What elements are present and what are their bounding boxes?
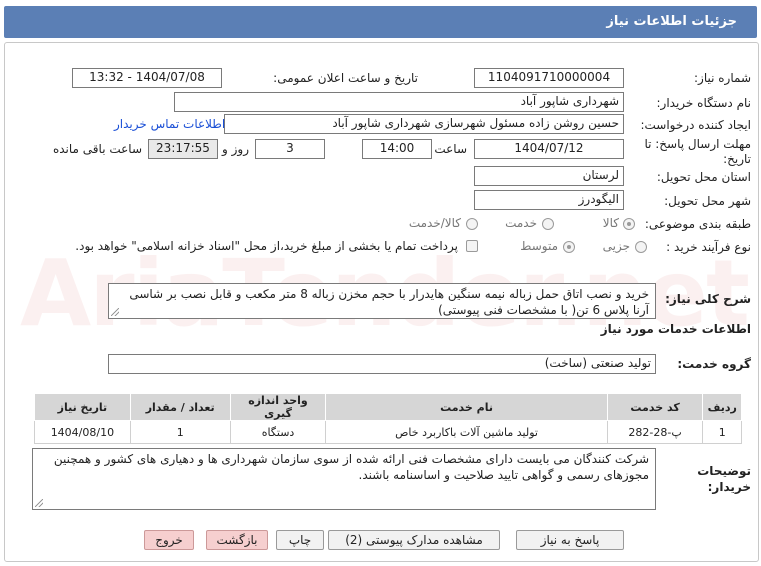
summary-textarea[interactable]: خرید و نصب اتاق حمل زباله نیمه سنگین های… xyxy=(108,283,656,319)
creator-field[interactable]: حسین روشن زاده مسئول شهرسازی شهرداری شاپ… xyxy=(224,114,624,134)
category-service-radio[interactable] xyxy=(542,218,554,230)
treasury-payment-checkbox[interactable] xyxy=(466,240,478,252)
cell-need-date: 1404/08/10 xyxy=(34,420,131,444)
city-label: شهر محل تحویل: xyxy=(664,194,751,208)
deadline-date-field[interactable]: 1404/07/12 xyxy=(474,139,624,159)
services-section-title: اطلاعات خدمات مورد نیاز xyxy=(600,322,751,336)
service-group-field[interactable]: تولید صنعتی (ساخت) xyxy=(108,354,656,374)
purchase-medium-label: متوسط xyxy=(520,239,558,253)
purchase-partial-label: جزیی xyxy=(602,239,630,253)
category-service-label: خدمت xyxy=(505,216,537,230)
deadline-time-field[interactable]: 14:00 xyxy=(362,139,432,159)
category-label: طبقه بندی موضوعی: xyxy=(644,217,751,231)
cell-service-name: تولید ماشین آلات باکاربرد خاص xyxy=(325,420,608,444)
creator-label: ایجاد کننده درخواست: xyxy=(640,118,751,132)
deadline-time-label: ساعت xyxy=(434,142,467,156)
category-goods-radio[interactable] xyxy=(623,218,635,230)
days-remaining-field[interactable]: 3 xyxy=(255,139,325,159)
services-table: ردیف کد خدمت نام خدمت واحد اندازه گیری ت… xyxy=(34,393,742,444)
province-label: استان محل تحویل: xyxy=(656,170,751,184)
page-title-bar: جزئیات اطلاعات نیاز xyxy=(4,6,757,38)
summary-label: شرح کلی نیاز: xyxy=(665,292,751,306)
deadline-label: مهلت ارسال پاسخ: تا تاریخ: xyxy=(644,137,751,166)
col-unit: واحد اندازه گیری xyxy=(229,393,327,421)
buyer-notes-text: شرکت کنندگان می بایست دارای مشخصات فنی ا… xyxy=(53,452,649,482)
category-goods-label: کالا xyxy=(602,216,619,230)
col-service-code: کد خدمت xyxy=(606,393,704,421)
treasury-payment-note: پرداخت تمام یا بخشی از مبلغ خرید،از محل … xyxy=(75,239,458,253)
col-need-date: تاریخ نیاز xyxy=(34,393,131,421)
category-goods-service-label: کالا/خدمت xyxy=(408,216,461,230)
summary-text: خرید و نصب اتاق حمل زباله نیمه سنگین های… xyxy=(129,287,649,317)
buyer-contact-link[interactable]: اطلاعات تماس خریدار xyxy=(114,117,225,131)
reply-button[interactable]: پاسخ به نیاز xyxy=(516,530,624,550)
category-goods-service-radio[interactable] xyxy=(466,218,478,230)
purchase-medium-radio[interactable] xyxy=(563,241,575,253)
remaining-time-label: ساعت باقی مانده xyxy=(52,142,142,156)
announce-date-label: تاریخ و ساعت اعلان عمومی: xyxy=(273,71,418,85)
announce-date-field[interactable]: 1404/07/08 - 13:32 xyxy=(72,68,222,88)
exit-button[interactable]: خروج xyxy=(144,530,194,550)
need-number-label: شماره نیاز: xyxy=(694,71,751,85)
resize-grip-icon[interactable] xyxy=(111,308,119,316)
table-row[interactable]: 1 پ-28-282 تولید ماشین آلات باکاربرد خاص… xyxy=(34,420,742,444)
view-attachments-button[interactable]: مشاهده مدارک پیوستی (2) xyxy=(328,530,500,550)
cell-row: 1 xyxy=(702,420,742,444)
page-title: جزئیات اطلاعات نیاز xyxy=(606,14,737,29)
table-header-row: ردیف کد خدمت نام خدمت واحد اندازه گیری ت… xyxy=(34,393,742,421)
cell-quantity: 1 xyxy=(129,420,231,444)
col-row: ردیف xyxy=(702,393,742,421)
buyer-notes-label: توضیحات خریدار: xyxy=(697,464,751,494)
col-quantity: تعداد / مقدار xyxy=(129,393,231,421)
service-group-label: گروه خدمت: xyxy=(677,357,751,371)
cell-unit: دستگاه xyxy=(229,420,327,444)
resize-grip-icon[interactable] xyxy=(35,499,43,507)
cell-service-code: پ-28-282 xyxy=(606,420,704,444)
buyer-notes-textarea[interactable]: شرکت کنندگان می بایست دارای مشخصات فنی ا… xyxy=(32,448,656,510)
buyer-org-field[interactable]: شهرداری شاپور آباد xyxy=(174,92,624,112)
col-service-name: نام خدمت xyxy=(325,393,608,421)
need-number-field[interactable]: 1104091710000004 xyxy=(474,68,624,88)
purchase-type-label: نوع فرآیند خرید : xyxy=(666,240,751,254)
days-label: روز و xyxy=(222,142,249,156)
remaining-time-field: 23:17:55 xyxy=(148,139,218,159)
buyer-org-label: نام دستگاه خریدار: xyxy=(656,96,752,110)
purchase-partial-radio[interactable] xyxy=(635,241,647,253)
back-button[interactable]: بازگشت xyxy=(206,530,268,550)
print-button[interactable]: چاپ xyxy=(276,530,324,550)
province-field[interactable]: لرستان xyxy=(474,166,624,186)
city-field[interactable]: الیگودرز xyxy=(474,190,624,210)
